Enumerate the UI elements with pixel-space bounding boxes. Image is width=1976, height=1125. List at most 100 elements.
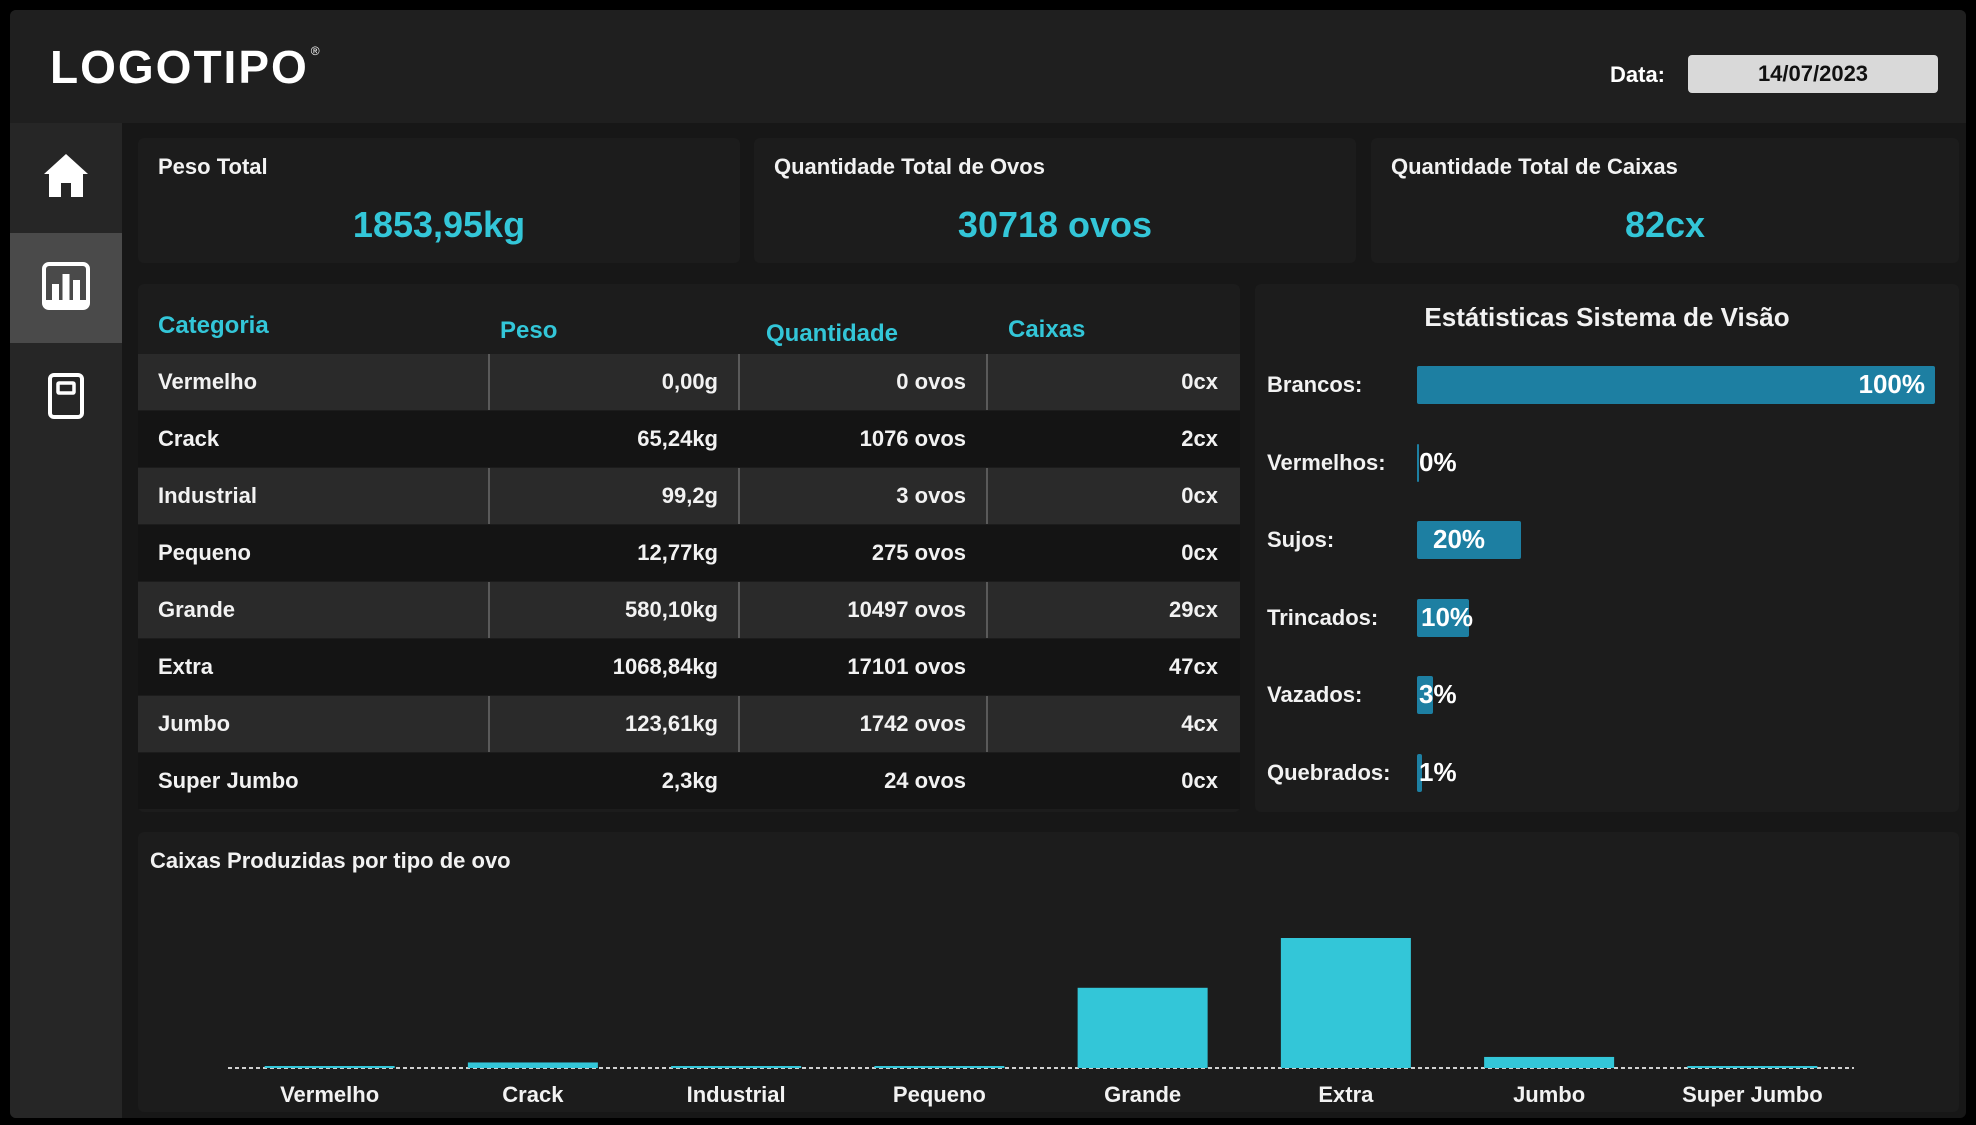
cell-caixas: 0cx [1181,540,1218,565]
vision-stats-panel: Estátisticas Sistema de Visão Brancos: 10… [1255,284,1959,812]
sidebar-item-report[interactable] [10,343,122,453]
column-header-categoria: Categoria [158,312,269,339]
vision-stat-label: Vermelhos: [1267,449,1386,475]
cell-caixas: 29cx [986,582,1240,638]
cell-caixas: 4cx [986,696,1240,752]
vision-stat-track: 1% [1417,752,1935,794]
cell-quantidade: 275 ovos [871,540,966,565]
cell-caixas: 0cx [986,468,1240,524]
chart-x-tick-label: Vermelho [280,1082,379,1107]
cell-peso: 12,77kg [637,540,718,565]
vision-stat-row: Sujos: 20% [1255,519,1959,561]
vision-stat-track: 3% [1417,674,1935,716]
vision-stat-track: 10% [1417,597,1935,639]
vision-stat-percent: 20% [1433,524,1486,554]
cell-peso: 2,3kg [661,768,718,793]
sidebar-item-home[interactable] [10,123,122,233]
table-row: Extra 1068,84kg 17101 ovos 47cx [138,639,1240,695]
chart-bar-grande [1077,987,1208,1068]
chart-bar-industrial [671,1066,802,1068]
kpi-value: 82cx [1624,204,1706,245]
cell-peso: 99,2g [488,468,738,524]
date-field[interactable]: 14/07/2023 [1688,55,1938,93]
cell-quantidade: 17101 ovos [847,654,966,679]
vision-stat-row: Quebrados: 1% [1255,752,1959,794]
table-row: Crack 65,24kg 1076 ovos 2cx [138,411,1240,467]
chart-bar-vermelho [264,1066,395,1068]
chart-bar-crack [467,1062,598,1068]
vision-stat-percent: 100% [1858,369,1926,399]
cell-peso: 65,24kg [637,426,718,451]
chart-x-tick-label: Extra [1318,1082,1374,1107]
cell-categoria: Pequeno [158,540,251,565]
vision-stat-percent: 10% [1421,601,1474,632]
vision-stat-row: Vermelhos: 0% [1255,442,1959,484]
chart-canvas: Vermelho Crack Industrial Pequeno Grande Extr… [228,938,1854,1107]
cell-quantidade: 3 ovos [738,468,986,524]
kpi-title: Quantidade Total de Caixas [1391,154,1678,179]
table-row: Super Jumbo 2,3kg 24 ovos 0cx [138,753,1240,809]
table-row: Vermelho 0,00g 0 ovos 0cx [138,354,1240,410]
boxes-chart: Caixas Produzidas por tipo de ovo Vermel… [138,832,1959,1112]
table-row: Pequeno 12,77kg 275 ovos 0cx [138,525,1240,581]
cell-categoria: Industrial [158,483,258,508]
logo-text: LOGOTIPO [50,41,309,93]
cell-categoria: Jumbo [158,711,231,736]
sidebar-item-dashboard[interactable] [10,233,122,343]
cell-quantidade: 24 ovos [884,768,966,793]
cell-quantidade: 1742 ovos [738,696,986,752]
cell-peso: 1068,84kg [612,654,718,679]
chart-x-tick-label: Super Jumbo [1682,1082,1823,1107]
vision-stat-percent: 1% [1419,756,1457,787]
table-row: Jumbo 123,61kg 1742 ovos 4cx [138,696,1240,752]
kpi-card-peso-total: Peso Total 1853,95kg [138,138,740,263]
chart-bar-super-jumbo [1687,1066,1818,1068]
vision-stat-row: Trincados: 10% [1255,597,1959,639]
kpi-title: Peso Total [158,154,268,179]
vision-stat-label: Trincados: [1267,604,1379,630]
vision-stat-percent: 0% [1419,446,1457,477]
chart-x-tick-label: Grande [1104,1082,1181,1107]
chart-x-tick-label: Industrial [687,1082,786,1107]
category-table: Categoria Peso Quantidade Caixas Vermelh… [138,284,1240,812]
cell-categoria: Crack [158,426,220,451]
vision-stat-bar [1417,366,1935,404]
kpi-value: 1853,95kg [352,204,526,245]
vision-stat-label: Brancos: [1267,372,1363,397]
vision-stat-label: Quebrados: [1267,759,1391,785]
cell-categoria: Extra [158,654,214,679]
kpi-card-quantidade-ovos: Quantidade Total de Ovos 30718 ovos [754,138,1356,263]
vision-stat-label: Sujos: [1267,527,1335,552]
vision-stat-track: 100% [1417,364,1935,406]
cell-caixas: 2cx [1181,426,1218,451]
cell-quantidade: 10497 ovos [738,582,986,638]
bar-chart-icon [40,260,92,317]
chart-bar-pequeno [874,1066,1005,1068]
column-header-caixas: Caixas [1008,316,1086,343]
cell-quantidade: 1076 ovos [859,426,966,451]
column-header-quantidade: Quantidade [766,320,899,347]
vision-stat-track: 0% [1417,442,1935,484]
cell-caixas: 0cx [986,354,1240,410]
header: LOGOTIPO ® Data: 14/07/2023 [10,10,1966,123]
vision-stat-label: Vazados: [1267,682,1363,707]
table-row: Industrial 99,2g 3 ovos 0cx [138,468,1240,524]
document-icon [40,370,92,427]
vision-stat-row: Vazados: 3% [1255,674,1959,716]
cell-peso: 0,00g [488,354,738,410]
home-icon [40,150,92,207]
cell-categoria: Grande [158,597,236,622]
chart-bar-extra [1280,938,1411,1068]
chart-bar-jumbo [1484,1056,1615,1068]
chart-x-tick-label: Crack [502,1082,564,1107]
table-row: Grande 580,10kg 10497 ovos 29cx [138,582,1240,638]
vision-stat-row: Brancos: 100% [1255,364,1959,406]
app-window: LOGOTIPO ® Data: 14/07/2023 Peso Total 1… [10,10,1966,1118]
column-header-peso: Peso [500,317,558,344]
chart-x-tick-label: Pequeno [893,1082,986,1107]
sidebar [10,123,122,1118]
cell-categoria: Vermelho [158,369,258,394]
cell-caixas: 47cx [1169,654,1218,679]
logo: LOGOTIPO ® [50,40,322,94]
cell-peso: 123,61kg [488,696,738,752]
